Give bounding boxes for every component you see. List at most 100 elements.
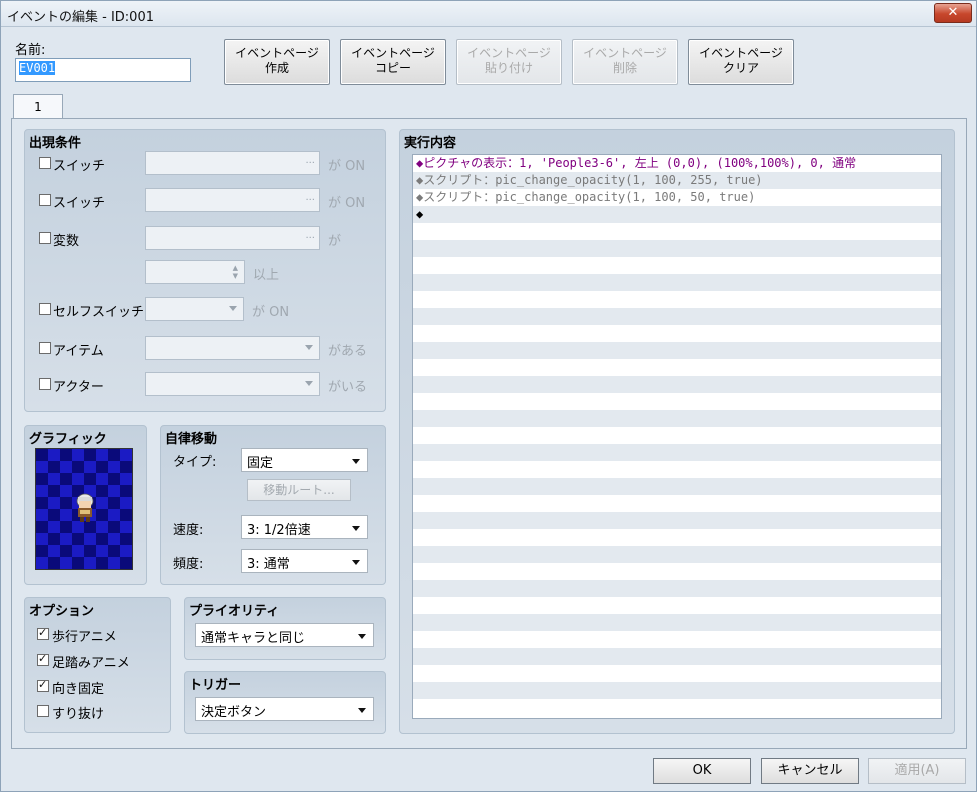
command-line[interactable]: ◆スクリプト：pic_change_opacity(1, 100, 255, t… [413,172,941,189]
window-title: イベントの編集 - ID:001 [7,10,154,25]
trigger-value: 決定ボタン [201,705,267,720]
type-value: 固定 [247,456,274,471]
variable-browse[interactable]: ... [305,230,315,241]
empty-row[interactable] [413,580,941,597]
variable-field[interactable]: ... [145,226,320,250]
empty-row[interactable] [413,631,941,648]
empty-row[interactable] [413,308,941,325]
close-button[interactable]: ✕ [934,3,972,23]
page-create-button[interactable]: イベントページ 作成 [224,39,330,85]
priority-value: 通常キャラと同じ [201,631,306,646]
empty-row[interactable] [413,512,941,529]
name-field[interactable]: EV001 [15,58,191,82]
page-delete-button[interactable]: イベントページ 削除 [572,39,678,85]
type-label: タイプ: [173,455,217,470]
empty-row[interactable] [413,461,941,478]
empty-row[interactable] [413,478,941,495]
page-button-line1: イベントページ [235,46,319,60]
option-walk-anim-checkbox[interactable] [37,626,49,640]
self-switch-checkbox[interactable] [39,303,51,315]
ok-button[interactable]: OK [653,758,751,784]
empty-row[interactable] [413,665,941,682]
frequency-label: 頻度: [173,557,204,572]
page-button-line2: 貼り付け [484,61,533,75]
option-direction-fix-checkbox[interactable] [37,678,49,692]
empty-row[interactable] [413,240,941,257]
empty-row[interactable] [413,410,941,427]
item-suffix: がある [328,344,368,359]
page-clear-button[interactable]: イベントページ クリア [688,39,794,85]
empty-row[interactable] [413,529,941,546]
option-walk-anim-label: 歩行アニメ [52,630,117,645]
empty-row[interactable] [413,223,941,240]
variable-label: 変数 [53,234,80,249]
apply-button[interactable]: 適用(A) [868,758,966,784]
empty-row[interactable] [413,648,941,665]
frequency-value: 3: 通常 [247,557,290,572]
name-value: EV001 [19,61,56,75]
switch2-suffix: が ON [328,196,366,211]
empty-row[interactable] [413,597,941,614]
option-step-anim-checkbox[interactable] [37,652,49,666]
empty-row[interactable] [413,546,941,563]
empty-row[interactable] [413,563,941,580]
empty-row[interactable] [413,444,941,461]
move-route-button[interactable]: 移動ルート... [247,479,351,501]
empty-row[interactable] [413,682,941,699]
page-button-line1: イベントページ [699,46,783,60]
self-switch-select[interactable] [145,297,244,321]
spinner-arrows-icon[interactable]: ▲ ▼ [233,264,238,280]
empty-row[interactable] [413,291,941,308]
variable-value-spinner[interactable]: ▲ ▼ [145,260,245,284]
page-paste-button[interactable]: イベントページ 貼り付け [456,39,562,85]
options-title: オプション [29,604,95,619]
item-label: アイテム [53,344,104,359]
switch2-label: スイッチ [53,196,106,211]
page-button-line1: イベントページ [583,46,667,60]
empty-row[interactable] [413,495,941,512]
variable-checkbox[interactable] [39,232,51,244]
empty-row[interactable] [413,274,941,291]
actor-checkbox[interactable] [39,378,51,390]
cancel-button[interactable]: キャンセル [761,758,859,784]
command-list[interactable]: ◆ピクチャの表示：1, 'People3-6', 左上 (0,0), (100%… [412,154,942,719]
tab-page-1[interactable]: 1 [13,94,63,119]
item-checkbox[interactable] [39,342,51,354]
page-copy-button[interactable]: イベントページ コピー [340,39,446,85]
title-bar: イベントの編集 - ID:001 ✕ [1,1,976,27]
chevron-down-icon [352,526,360,531]
empty-row[interactable] [413,359,941,376]
command-line[interactable]: ◆スクリプト：pic_change_opacity(1, 100, 50, tr… [413,189,941,206]
switch2-checkbox[interactable] [39,194,51,206]
option-through-checkbox[interactable] [37,705,49,717]
actor-select[interactable] [145,372,320,396]
switch2-browse[interactable]: ... [305,192,315,203]
empty-row[interactable] [413,699,941,716]
switch1-browse[interactable]: ... [305,155,315,166]
autonomous-title: 自律移動 [165,432,218,447]
empty-row[interactable] [413,614,941,631]
priority-select[interactable]: 通常キャラと同じ [195,623,374,647]
trigger-select[interactable]: 決定ボタン [195,697,374,721]
empty-row[interactable] [413,342,941,359]
item-select[interactable] [145,336,320,360]
empty-row[interactable] [413,427,941,444]
variable-above-label: 以上 [253,268,280,283]
switch1-field[interactable]: ... [145,151,320,175]
command-line[interactable]: ◆ [413,206,941,223]
empty-row[interactable] [413,376,941,393]
empty-row[interactable] [413,325,941,342]
tab-body: 出現条件 スイッチ ... が ON スイッチ ... が ON 変数 ... … [11,118,967,749]
page-button-line2: 作成 [264,61,289,75]
empty-row[interactable] [413,257,941,274]
graphic-preview[interactable] [35,448,133,570]
speed-value: 3: 1/2倍速 [247,523,311,538]
switch2-field[interactable]: ... [145,188,320,212]
command-line[interactable]: ◆ピクチャの表示：1, 'People3-6', 左上 (0,0), (100%… [413,155,941,172]
frequency-select[interactable]: 3: 通常 [241,549,368,573]
empty-row[interactable] [413,393,941,410]
switch1-suffix: が ON [328,159,366,174]
speed-select[interactable]: 3: 1/2倍速 [241,515,368,539]
type-select[interactable]: 固定 [241,448,368,472]
switch1-checkbox[interactable] [39,157,51,169]
